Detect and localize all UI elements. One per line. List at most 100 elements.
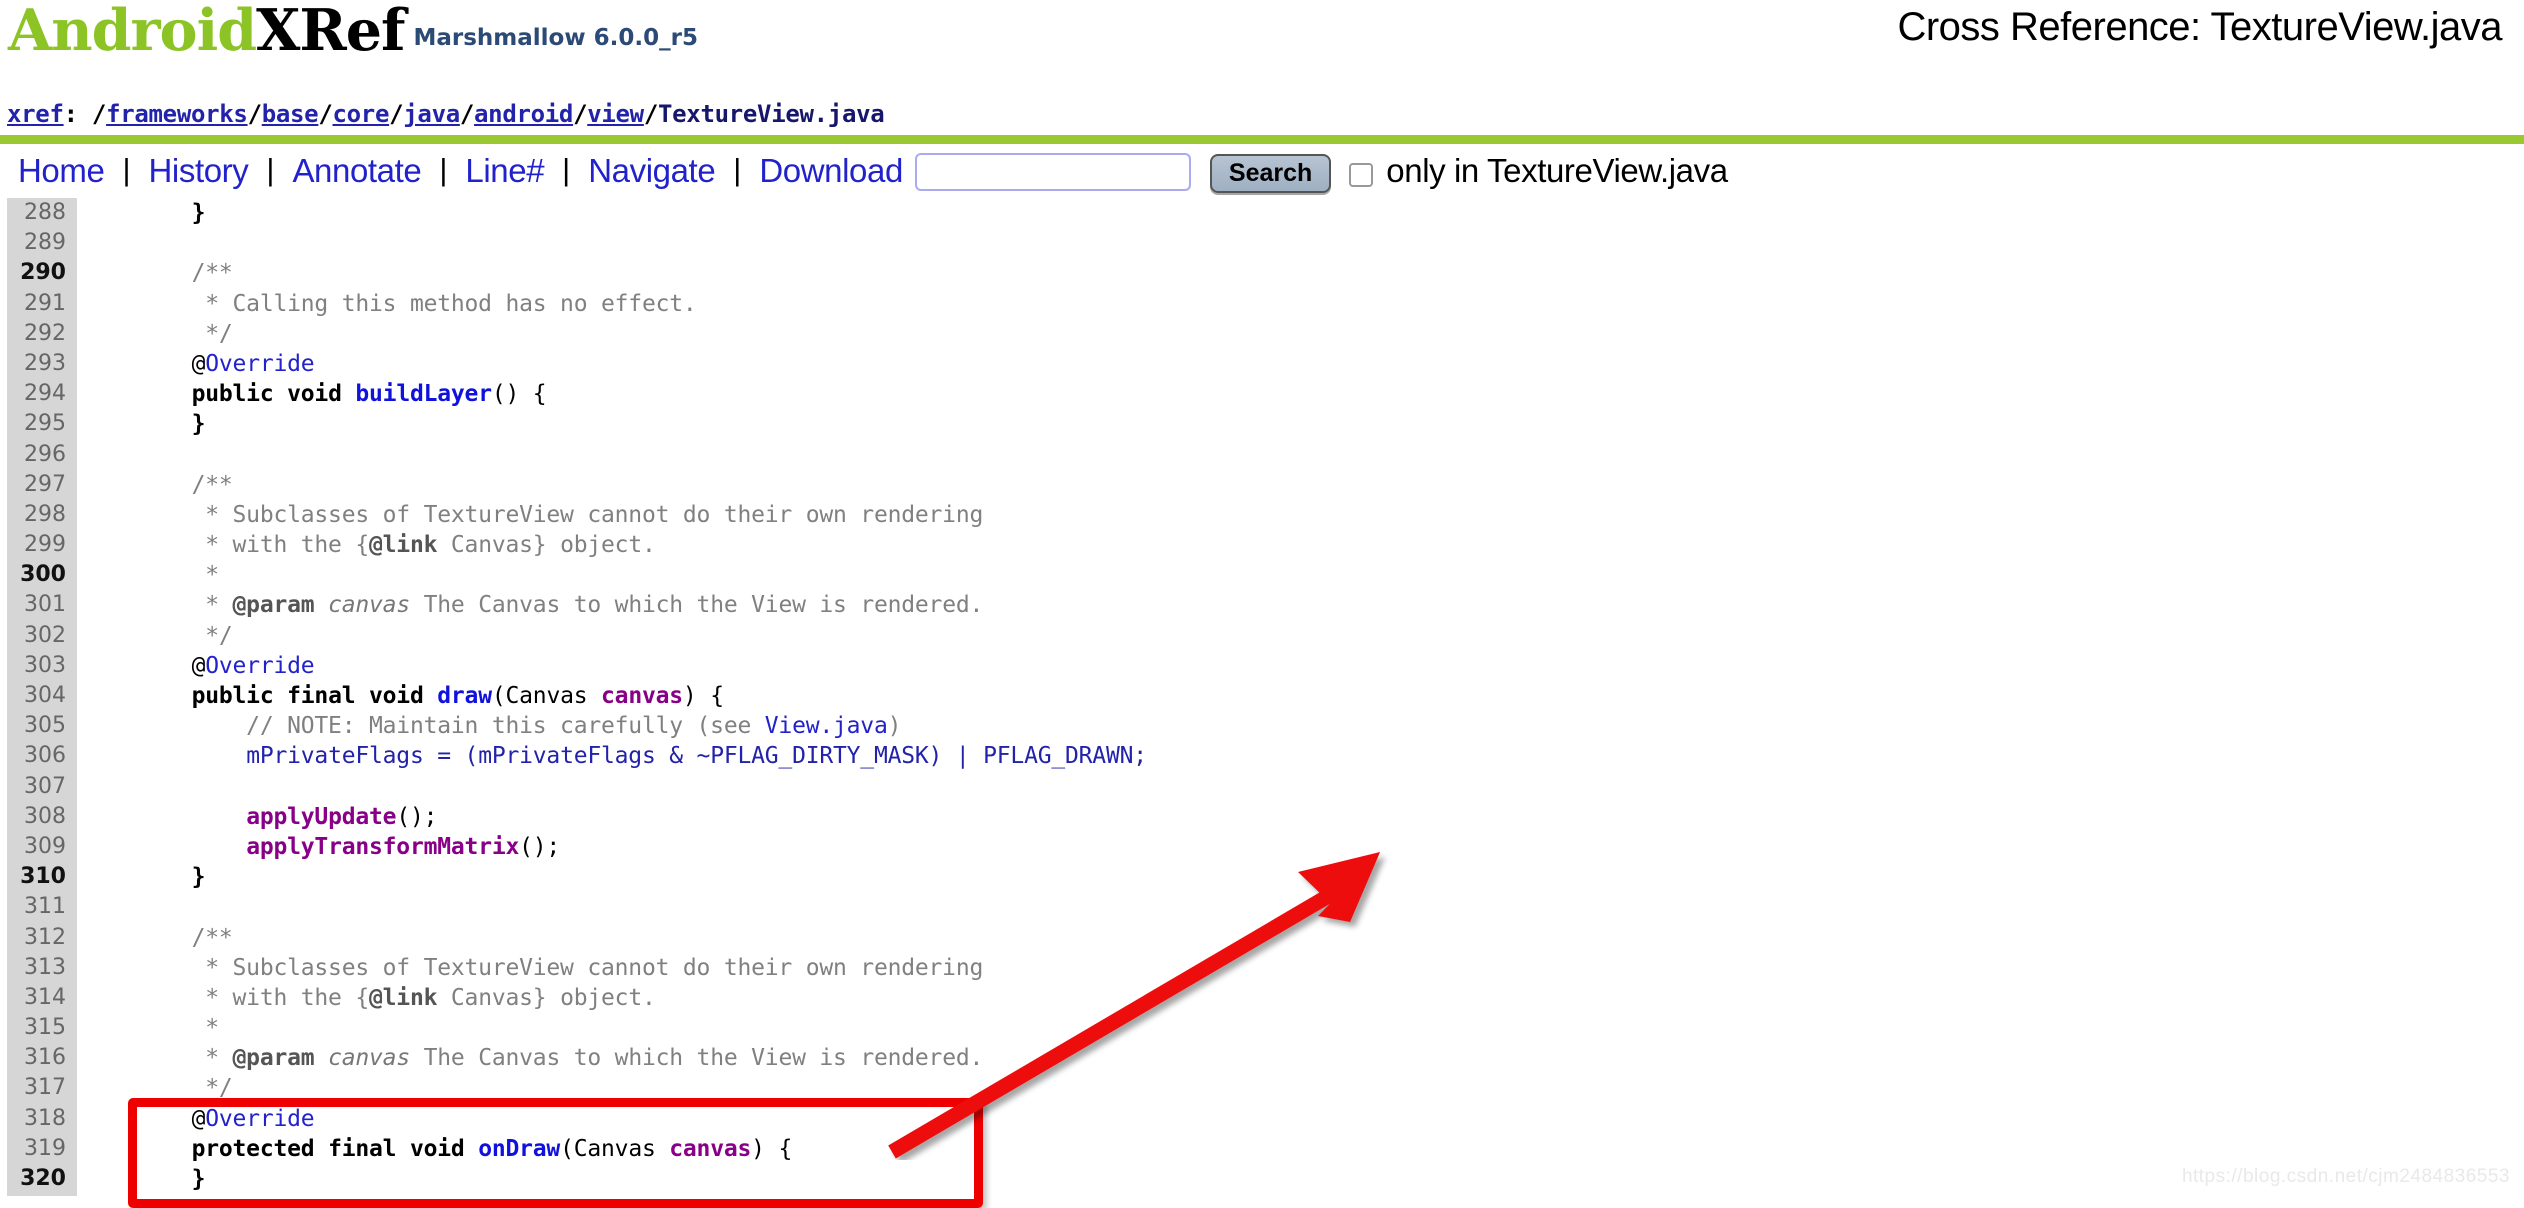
line-number[interactable]: 297 [0, 470, 77, 500]
code-token: (); [519, 833, 561, 860]
source-code-viewer[interactable]: 288 } 289 290 /** 291 * Calling this metho… [0, 198, 2524, 1196]
line-number[interactable]: 289 [0, 228, 77, 258]
code-token[interactable]: onDraw [478, 1136, 560, 1162]
breadcrumb-current-file: TextureView.java [658, 100, 885, 128]
line-number[interactable]: 320 [0, 1164, 77, 1194]
code-token: The Canvas to which the View is rendered… [409, 1045, 984, 1072]
site-logo[interactable]: AndroidXRef Marshmallow 6.0.0_r5 [8, 2, 698, 59]
code-line-text: /** [77, 470, 233, 500]
code-line: 306 mPrivateFlags = (mPrivateFlags & ~PF… [0, 741, 2524, 771]
code-line: 299 * with the {@link Canvas} object. [0, 530, 2524, 560]
toolbar: Home | History | Annotate | Line# | Navi… [0, 144, 2524, 198]
breadcrumb-segment-frameworks[interactable]: frameworks [106, 100, 248, 128]
breadcrumb-segment-base[interactable]: base [262, 100, 319, 128]
code-line-text: public void buildLayer() { [77, 379, 547, 409]
code-line-text: * with the {@link Canvas} object. [77, 530, 656, 560]
line-number[interactable]: 303 [0, 651, 77, 681]
code-token[interactable]: applyUpdate [246, 804, 396, 830]
code-token: /** [137, 260, 233, 287]
line-number[interactable]: 302 [0, 621, 77, 651]
line-number[interactable]: 309 [0, 832, 77, 862]
breadcrumb-segment-android[interactable]: android [474, 100, 573, 128]
line-number[interactable]: 305 [0, 711, 77, 741]
code-token[interactable]: draw [437, 683, 492, 709]
code-token: * with the { [137, 532, 370, 559]
line-number[interactable]: 315 [0, 1013, 77, 1043]
code-token[interactable]: buildLayer [355, 381, 492, 407]
line-number[interactable]: 290 [0, 258, 77, 288]
android-version-label: Marshmallow 6.0.0_r5 [413, 25, 698, 51]
code-token: The Canvas to which the View is rendered… [409, 592, 984, 619]
code-line: 291 * Calling this method has no effect. [0, 289, 2524, 319]
line-number[interactable]: 292 [0, 319, 77, 349]
nav-link-annotate[interactable]: Annotate [288, 152, 425, 190]
line-number[interactable]: 304 [0, 681, 77, 711]
code-token: * Subclasses of TextureView cannot do th… [137, 501, 984, 528]
code-token[interactable]: applyTransformMatrix [246, 834, 519, 860]
line-number[interactable]: 299 [0, 530, 77, 560]
line-number[interactable]: 298 [0, 500, 77, 530]
code-line-text: */ [77, 621, 232, 651]
nav-separator: | [122, 152, 131, 187]
line-number[interactable]: 310 [0, 862, 77, 892]
line-number[interactable]: 313 [0, 953, 77, 983]
nav-link-history[interactable]: History [145, 152, 253, 190]
nav-link-navigate[interactable]: Navigate [584, 152, 719, 190]
line-number[interactable]: 296 [0, 440, 77, 470]
breadcrumb-segment-view[interactable]: view [587, 100, 644, 128]
breadcrumb-segment-core[interactable]: core [333, 100, 390, 128]
breadcrumb-xref-link[interactable]: xref [7, 100, 64, 128]
code-line-text: /** [77, 923, 233, 953]
line-number[interactable]: 293 [0, 349, 77, 379]
code-line-text: applyUpdate(); [77, 802, 437, 832]
code-token: () { [491, 381, 547, 408]
line-number[interactable]: 314 [0, 983, 77, 1013]
nav-link-linenumber[interactable]: Line# [461, 152, 548, 190]
code-line: 315 * [0, 1013, 2524, 1043]
search-input[interactable] [914, 153, 1191, 191]
code-token[interactable]: View.java [765, 713, 888, 739]
code-token[interactable]: Override [205, 351, 314, 377]
line-number[interactable]: 300 [0, 560, 77, 590]
code-token[interactable]: canvas [669, 1136, 751, 1162]
code-token[interactable]: Override [205, 1106, 314, 1132]
line-number[interactable]: 301 [0, 590, 77, 620]
line-number[interactable]: 317 [0, 1073, 77, 1103]
line-number[interactable]: 294 [0, 379, 77, 409]
breadcrumb-segments: /frameworks/base/core/java/android/view/… [92, 100, 885, 128]
line-number[interactable]: 291 [0, 289, 77, 319]
code-token[interactable]: Override [205, 653, 314, 679]
code-line-text: * @param canvas The Canvas to which the … [77, 590, 983, 620]
only-in-file-checkbox[interactable] [1349, 163, 1374, 187]
line-number[interactable]: 312 [0, 923, 77, 953]
breadcrumb-segment-java[interactable]: java [403, 100, 460, 128]
code-line: 311 [0, 892, 2524, 922]
line-number[interactable]: 306 [0, 741, 77, 771]
line-number[interactable]: 318 [0, 1104, 77, 1134]
line-number[interactable]: 319 [0, 1134, 77, 1164]
nav-link-home[interactable]: Home [14, 152, 108, 190]
breadcrumb-colon: : [63, 100, 92, 128]
code-token[interactable]: canvas [601, 683, 683, 709]
code-line-text: * Subclasses of TextureView cannot do th… [77, 500, 983, 530]
code-token: @param [232, 1045, 315, 1072]
line-number[interactable]: 295 [0, 409, 77, 439]
code-token: * [137, 592, 233, 619]
code-line: 320 } [0, 1164, 2524, 1194]
line-number[interactable]: 311 [0, 892, 77, 922]
line-number[interactable]: 288 [0, 198, 77, 228]
line-number[interactable]: 316 [0, 1043, 77, 1073]
code-line: 300 * [0, 560, 2524, 590]
line-number[interactable]: 307 [0, 772, 77, 802]
nav-link-download[interactable]: Download [755, 152, 907, 190]
code-line-text: * Subclasses of TextureView cannot do th… [77, 953, 983, 983]
code-line-text: } [77, 1164, 206, 1194]
code-line: 292 */ [0, 319, 2524, 349]
search-button[interactable]: Search [1209, 153, 1332, 193]
code-token: protected final void [191, 1135, 479, 1162]
line-number[interactable]: 308 [0, 802, 77, 832]
